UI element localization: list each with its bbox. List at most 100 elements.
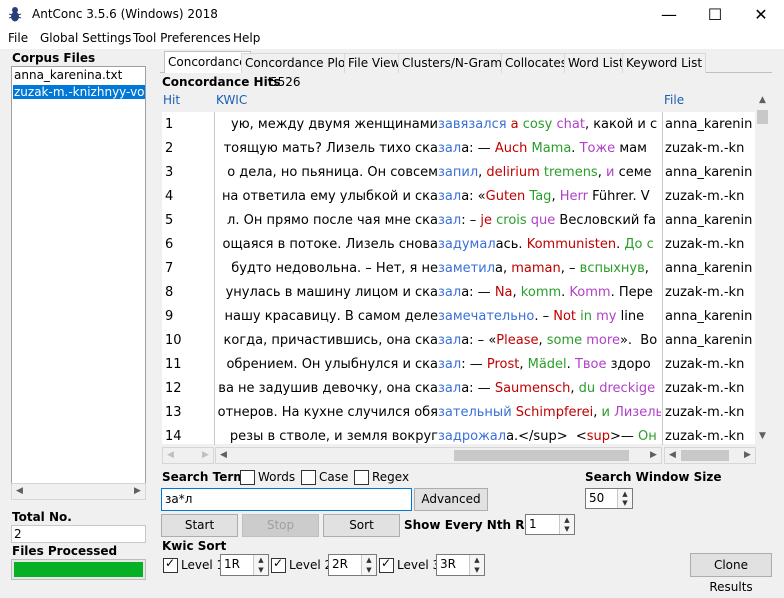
- kwic-column-horizontal-scrollbar[interactable]: ◀ ▶: [215, 447, 662, 464]
- start-button[interactable]: Start: [161, 514, 238, 537]
- search-term-input[interactable]: за*л: [161, 488, 412, 511]
- case-checkbox[interactable]: [301, 470, 316, 485]
- menu-help[interactable]: Help: [233, 31, 260, 45]
- tab-collocates[interactable]: Collocates: [501, 53, 572, 73]
- kwic-right-context-word: Führer. V: [592, 189, 650, 204]
- close-button[interactable]: ✕: [738, 0, 784, 30]
- kwic-right-context-word: а: —: [461, 285, 495, 300]
- kwic-line[interactable]: нашу красавицу. В самом деле замечательн…: [215, 305, 661, 329]
- spin-down-icon[interactable]: ▼: [361, 565, 376, 575]
- tab-keyword-list[interactable]: Keyword List: [622, 53, 707, 73]
- kwic-line[interactable]: тоящую мать? Лизель тихо сказала: — Auch…: [215, 137, 661, 161]
- kwic-line[interactable]: обрением. Он улыбнулся и сказал: — Prost…: [215, 353, 661, 377]
- kwic-line[interactable]: ую, между двумя женщинами завязался а co…: [215, 113, 661, 137]
- kwic-right-context-word: Komm: [569, 285, 611, 300]
- tab-concordance[interactable]: Concordance: [164, 51, 251, 73]
- hit-column-horizontal-scrollbar[interactable]: ◀ ▶: [162, 447, 214, 464]
- scroll-thumb[interactable]: [681, 450, 729, 461]
- total-no-value: 2: [14, 527, 22, 541]
- nth-row-spinner[interactable]: 1 ▲ ▼: [525, 514, 575, 535]
- spin-down-icon[interactable]: ▼: [469, 565, 484, 575]
- kwic-line[interactable]: унулась в машину лицом и сказала: — Na, …: [215, 281, 661, 305]
- level-2-spinner[interactable]: 2R ▲ ▼: [328, 554, 377, 576]
- level-1-spinner[interactable]: 1R ▲ ▼: [220, 554, 269, 576]
- regex-checkbox[interactable]: [354, 470, 369, 485]
- scroll-left-arrow-icon[interactable]: ◀: [163, 448, 178, 463]
- level-3-label: Level 3: [397, 558, 441, 572]
- kwic-keyword: зал: [438, 333, 462, 348]
- scroll-down-arrow-icon[interactable]: ▼: [755, 429, 770, 444]
- kwic-line[interactable]: ощаяся в потоке. Лизель снова задумалась…: [215, 233, 661, 257]
- scroll-right-arrow-icon[interactable]: ▶: [740, 448, 755, 463]
- tab-file-view[interactable]: File View: [344, 53, 405, 73]
- search-window-size-spinner[interactable]: 50 ▲ ▼: [585, 488, 633, 509]
- clone-results-button[interactable]: Clone Results: [690, 553, 772, 594]
- hit-file-name: zuzak-m.-kn: [665, 429, 745, 444]
- column-header-file[interactable]: File: [664, 93, 684, 107]
- hit-file-name: anna_karenin: [665, 213, 753, 228]
- minimize-button[interactable]: —: [646, 0, 692, 30]
- scroll-right-arrow-icon[interactable]: ▶: [130, 484, 145, 499]
- hit-number: 14: [165, 429, 182, 444]
- tab-clusters-ngrams[interactable]: Clusters/N-Grams: [398, 53, 513, 73]
- level-3-spinner[interactable]: 3R ▲ ▼: [436, 554, 485, 576]
- kwic-line[interactable]: будто недовольна. – Нет, я не заметила, …: [215, 257, 661, 281]
- tab-concordance-plot[interactable]: Concordance Plot: [241, 53, 354, 73]
- total-no-label: Total No.: [12, 510, 72, 524]
- words-checkbox[interactable]: [240, 470, 255, 485]
- kwic-line[interactable]: отнеров. На кухне случился обязательный …: [215, 401, 661, 425]
- kwic-line[interactable]: резы в стволе, и земля вокруг задрожала.…: [215, 425, 661, 449]
- menu-file[interactable]: File: [8, 31, 28, 45]
- corpus-file-item[interactable]: anna_karenina.txt: [14, 68, 122, 82]
- kwic-line[interactable]: о дела, но пьяница. Он совсем запил, del…: [215, 161, 661, 185]
- kwic-right-context-word: и: [601, 405, 615, 420]
- scroll-left-arrow-icon[interactable]: ◀: [12, 484, 27, 499]
- kwic-right-context-word: line: [620, 309, 645, 324]
- spin-up-icon[interactable]: ▲: [469, 555, 484, 565]
- scroll-right-arrow-icon[interactable]: ▶: [198, 448, 213, 463]
- spin-up-icon[interactable]: ▲: [361, 555, 376, 565]
- antconc-app-icon: [8, 7, 22, 22]
- corpus-list-horizontal-scrollbar[interactable]: ◀ ▶: [11, 483, 146, 500]
- scroll-left-arrow-icon[interactable]: ◀: [665, 448, 680, 463]
- spin-down-icon[interactable]: ▼: [617, 498, 632, 508]
- hit-file-name: anna_karenin: [665, 309, 753, 324]
- kwic-keyword: запил: [438, 165, 479, 180]
- search-term-label: Search Term: [162, 470, 246, 484]
- column-header-kwic[interactable]: KWIC: [216, 93, 247, 107]
- tab-word-list[interactable]: Word List: [564, 53, 628, 73]
- scroll-left-arrow-icon[interactable]: ◀: [216, 448, 231, 463]
- kwic-right-context-word: Guten: [485, 189, 530, 204]
- kwic-right-context-word: и: [605, 165, 619, 180]
- stop-button[interactable]: Stop: [242, 514, 319, 537]
- level-2-checkbox[interactable]: [271, 556, 286, 573]
- scroll-up-arrow-icon[interactable]: ▲: [755, 93, 770, 108]
- level-1-checkbox[interactable]: [163, 556, 178, 573]
- level-3-checkbox[interactable]: [379, 556, 394, 573]
- kwic-right-context-word: Лизель: [614, 405, 661, 420]
- kwic-line[interactable]: на ответила ему улыбкой и сказала: «Gute…: [215, 185, 661, 209]
- file-column-horizontal-scrollbar[interactable]: ◀ ▶: [664, 447, 756, 464]
- spin-down-icon[interactable]: ▼: [253, 565, 268, 575]
- scroll-thumb[interactable]: [757, 110, 768, 124]
- hit-number: 5: [165, 213, 174, 228]
- kwic-sort-label: Kwic Sort: [162, 539, 227, 553]
- kwic-line[interactable]: л. Он прямо после чая мне сказал: – je c…: [215, 209, 661, 233]
- menu-global-settings[interactable]: Global Settings: [40, 31, 131, 45]
- corpus-file-list[interactable]: anna_karenina.txt zuzak-m.-knizhnyy-vor: [11, 66, 146, 484]
- scroll-right-arrow-icon[interactable]: ▶: [646, 448, 661, 463]
- scroll-thumb[interactable]: [454, 450, 629, 461]
- kwic-line[interactable]: ва не задушив девочку, она сказала: — Sa…: [215, 377, 661, 401]
- kwic-right-context-word: more: [586, 333, 620, 348]
- maximize-button[interactable]: ☐: [692, 0, 738, 30]
- menu-tool-preferences[interactable]: Tool Preferences: [133, 31, 231, 45]
- kwic-line[interactable]: когда, причастившись, она сказала: – «Pl…: [215, 329, 661, 353]
- spin-down-icon[interactable]: ▼: [559, 524, 574, 534]
- advanced-button[interactable]: Advanced: [414, 488, 488, 511]
- corpus-file-item-selected[interactable]: zuzak-m.-knizhnyy-vor: [13, 85, 145, 99]
- spin-up-icon[interactable]: ▲: [253, 555, 268, 565]
- file-column-vertical-scrollbar[interactable]: ▲ ▼: [755, 93, 770, 444]
- column-header-hit[interactable]: Hit: [163, 93, 180, 107]
- sort-button[interactable]: Sort: [323, 514, 400, 537]
- search-window-size-value: 50: [589, 491, 605, 505]
